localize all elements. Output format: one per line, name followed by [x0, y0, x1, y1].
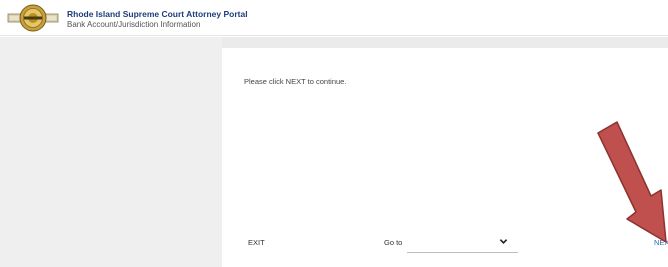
portal-title: Rhode Island Supreme Court Attorney Port… [67, 9, 248, 19]
court-seal-logo [7, 4, 59, 32]
goto-dropdown[interactable] [407, 233, 518, 253]
goto-label: Go to [384, 238, 403, 247]
app-header: Rhode Island Supreme Court Attorney Port… [0, 0, 668, 36]
exit-button[interactable]: EXIT [248, 238, 265, 247]
instruction-text: Please click NEXT to continue. [244, 77, 347, 86]
red-arrow-icon [597, 121, 667, 243]
chevron-down-icon [499, 239, 508, 244]
page-subtitle: Bank Account/Jurisdiction Information [67, 20, 201, 29]
sidebar [0, 37, 222, 267]
